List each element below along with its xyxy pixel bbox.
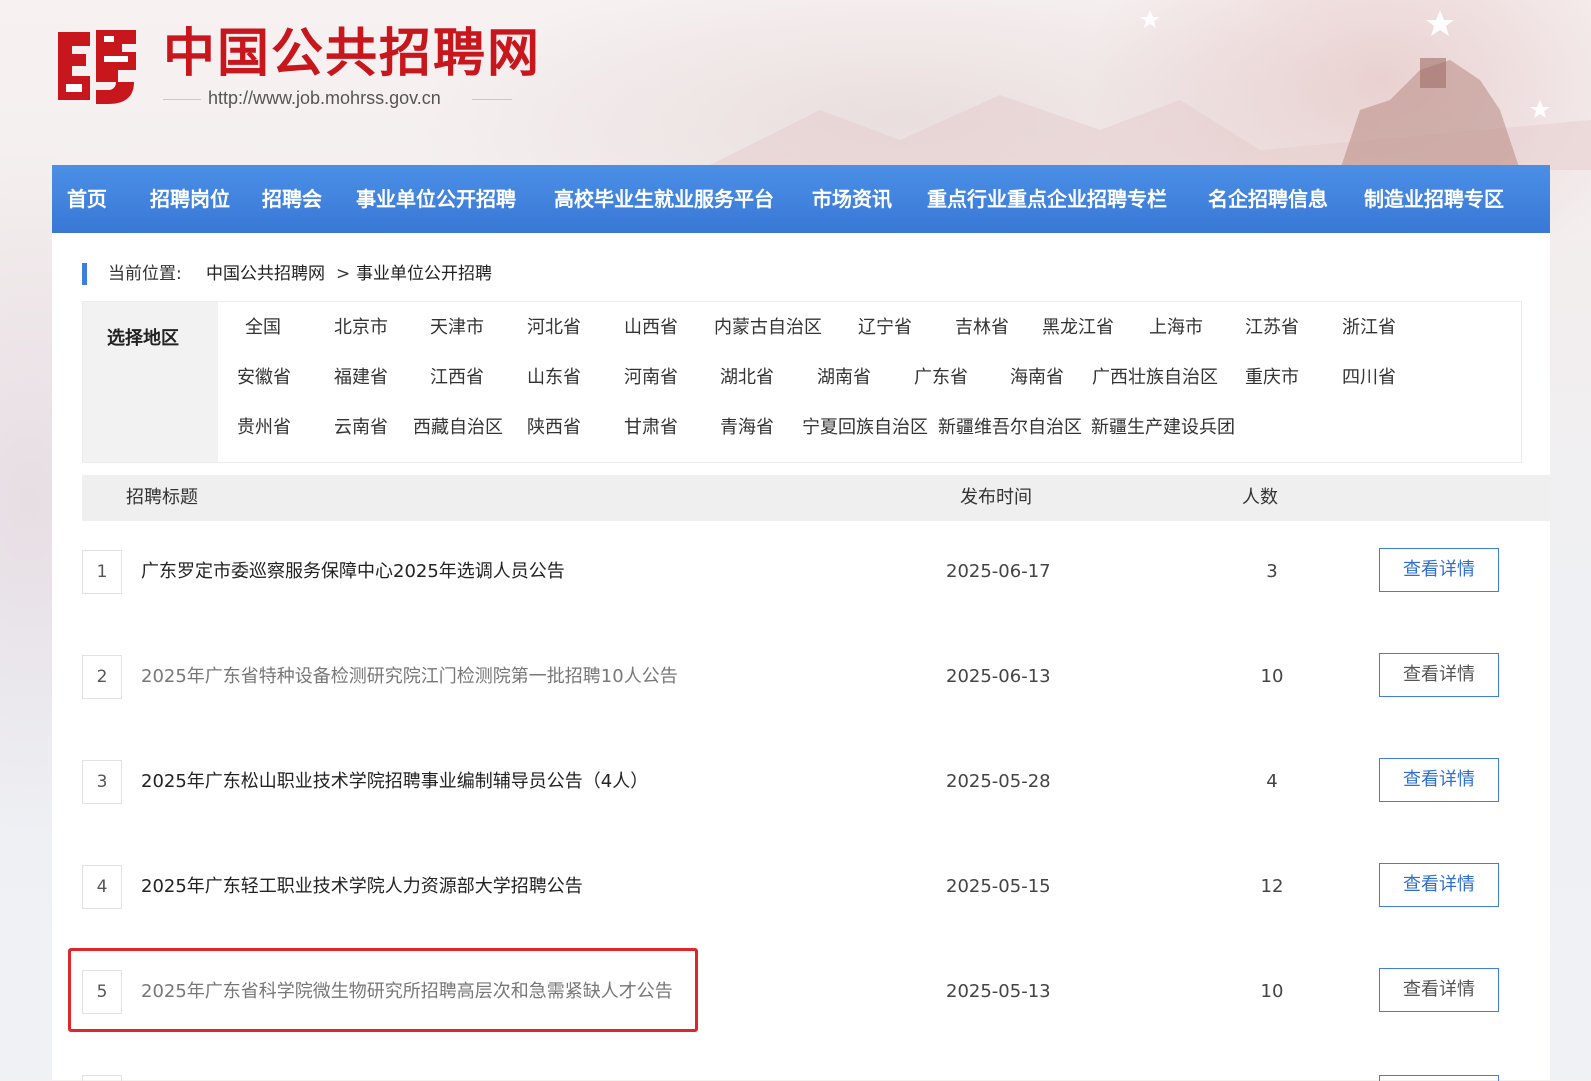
row-index: 4 (82, 865, 122, 909)
nav-famous-companies[interactable]: 名企招聘信息 (1208, 165, 1328, 233)
region-option[interactable]: 重庆市 (1245, 366, 1299, 390)
view-details-button[interactable]: 查看详情 (1379, 863, 1499, 907)
region-option[interactable]: 广西壮族自治区 (1092, 366, 1218, 390)
table-row: 3 2025年广东松山职业技术学院招聘事业编制辅导员公告（4人） 2025-05… (82, 758, 1520, 806)
table-row: 1 广东罗定市委巡察服务保障中心2025年选调人员公告 2025-06-17 3… (82, 548, 1520, 596)
region-option[interactable]: 浙江省 (1342, 316, 1396, 340)
table-row: 4 2025年广东轻工职业技术学院人力资源部大学招聘公告 2025-05-15 … (82, 863, 1520, 911)
headcount: 3 (1266, 561, 1278, 582)
region-option[interactable]: 四川省 (1342, 366, 1396, 390)
region-filter-label-column: 选择地区 (83, 302, 218, 462)
job-title-link[interactable]: 2025年广东轻工职业技术学院人力资源部大学招聘公告 (141, 865, 583, 909)
site-url: http://www.job.mohrss.gov.cn (208, 88, 441, 108)
region-option[interactable]: 云南省 (334, 416, 388, 440)
headcount: 10 (1260, 666, 1284, 687)
breadcrumb-current: 事业单位公开招聘 (356, 264, 492, 284)
region-option[interactable]: 湖北省 (720, 366, 774, 390)
table-header: 招聘标题 发布时间 人数 (82, 475, 1550, 521)
region-option[interactable]: 河北省 (527, 316, 581, 340)
region-option[interactable]: 内蒙古自治区 (714, 316, 822, 340)
table-row: 2 2025年广东省特种设备检测研究院江门检测院第一批招聘10人公告 2025-… (82, 653, 1520, 701)
logo-icon (58, 30, 136, 104)
region-option[interactable]: 江西省 (430, 366, 484, 390)
row-index: 3 (82, 760, 122, 804)
publish-date: 2025-06-17 (946, 561, 1051, 582)
region-option[interactable]: 黑龙江省 (1042, 316, 1114, 340)
headcount: 12 (1260, 876, 1284, 897)
headcount: 4 (1266, 771, 1278, 792)
region-option[interactable]: 宁夏回族自治区 (802, 416, 928, 440)
breadcrumb-separator: > (336, 264, 351, 284)
job-title-link[interactable]: 2025年广东省科学院微生物研究所招聘高层次和急需紧缺人才公告 (141, 970, 673, 1014)
region-option[interactable]: 西藏自治区 (413, 416, 503, 440)
region-option[interactable]: 新疆生产建设兵团 (1091, 416, 1235, 440)
region-option[interactable]: 贵州省 (237, 416, 291, 440)
publish-date: 2025-05-28 (946, 771, 1051, 792)
region-option[interactable]: 河南省 (624, 366, 678, 390)
publish-date: 2025-05-15 (946, 876, 1051, 897)
region-option[interactable]: 海南省 (1010, 366, 1064, 390)
row-index: 5 (82, 970, 122, 1014)
region-option[interactable]: 甘肃省 (624, 416, 678, 440)
divider (163, 99, 201, 100)
view-details-button[interactable]: 查看详情 (1379, 758, 1499, 802)
job-title-link[interactable]: 广东罗定市委巡察服务保障中心2025年选调人员公告 (141, 550, 565, 594)
region-filter: 选择地区 全国 北京市 天津市 河北省 山西省 内蒙古自治区 辽宁省 吉林省 黑… (82, 301, 1522, 463)
region-option[interactable]: 新疆维吾尔自治区 (938, 416, 1082, 440)
column-header-title: 招聘标题 (126, 487, 198, 508)
nav-home[interactable]: 首页 (67, 165, 107, 233)
region-option[interactable]: 广东省 (914, 366, 968, 390)
nav-job-fair[interactable]: 招聘会 (262, 165, 322, 233)
region-option[interactable]: 安徽省 (237, 366, 291, 390)
column-header-count: 人数 (1242, 487, 1278, 508)
view-details-button[interactable]: 查看详情 (1379, 968, 1499, 1012)
region-option[interactable]: 湖南省 (817, 366, 871, 390)
view-details-button[interactable]: 查看详情 (1379, 548, 1499, 592)
region-option[interactable]: 全国 (245, 316, 281, 340)
region-option[interactable]: 天津市 (430, 316, 484, 340)
region-option[interactable]: 福建省 (334, 366, 388, 390)
nav-market-news[interactable]: 市场资讯 (812, 165, 892, 233)
nav-manufacturing[interactable]: 制造业招聘专区 (1364, 165, 1504, 233)
publish-date: 2025-05-13 (946, 981, 1051, 1002)
region-option[interactable]: 江苏省 (1245, 316, 1299, 340)
region-option[interactable]: 山东省 (527, 366, 581, 390)
headcount: 10 (1260, 981, 1284, 1002)
region-option[interactable]: 吉林省 (955, 316, 1009, 340)
content-panel: 当前位置: 中国公共招聘网 > 事业单位公开招聘 选择地区 全国 北京市 天津市… (52, 233, 1550, 1081)
region-option[interactable]: 北京市 (334, 316, 388, 340)
breadcrumb-marker (82, 263, 87, 285)
view-details-button[interactable]: 查看详情 (1379, 653, 1499, 697)
nav-graduate-platform[interactable]: 高校毕业生就业服务平台 (554, 165, 774, 233)
nav-public-institution[interactable]: 事业单位公开招聘 (356, 165, 516, 233)
region-option[interactable]: 青海省 (720, 416, 774, 440)
job-title-link[interactable]: 2025年广东松山职业技术学院招聘事业编制辅导员公告（4人） (141, 760, 648, 804)
breadcrumb-label: 当前位置: (108, 264, 182, 284)
job-title-link[interactable]: 2025年广东省特种设备检测研究院江门检测院第一批招聘10人公告 (141, 655, 678, 699)
region-option[interactable]: 辽宁省 (858, 316, 912, 340)
row-index: 1 (82, 550, 122, 594)
nav-jobs[interactable]: 招聘岗位 (150, 165, 230, 233)
region-option[interactable]: 陕西省 (527, 416, 581, 440)
column-header-date: 发布时间 (960, 487, 1032, 508)
breadcrumb-home-link[interactable]: 中国公共招聘网 (206, 263, 325, 285)
main-nav: 首页 招聘岗位 招聘会 事业单位公开招聘 高校毕业生就业服务平台 市场资讯 重点… (52, 165, 1550, 233)
table-row: 5 2025年广东省科学院微生物研究所招聘高层次和急需紧缺人才公告 2025-0… (82, 968, 1520, 1016)
site-name[interactable]: 中国公共招聘网 (163, 24, 541, 84)
publish-date: 2025-06-13 (946, 666, 1051, 687)
region-filter-label: 选择地区 (107, 328, 179, 349)
row-index (82, 1075, 122, 1081)
nav-key-industries[interactable]: 重点行业重点企业招聘专栏 (927, 165, 1167, 233)
view-details-button[interactable] (1379, 1075, 1499, 1081)
divider (472, 99, 512, 100)
region-option[interactable]: 山西省 (624, 316, 678, 340)
row-index: 2 (82, 655, 122, 699)
region-option[interactable]: 上海市 (1149, 316, 1203, 340)
